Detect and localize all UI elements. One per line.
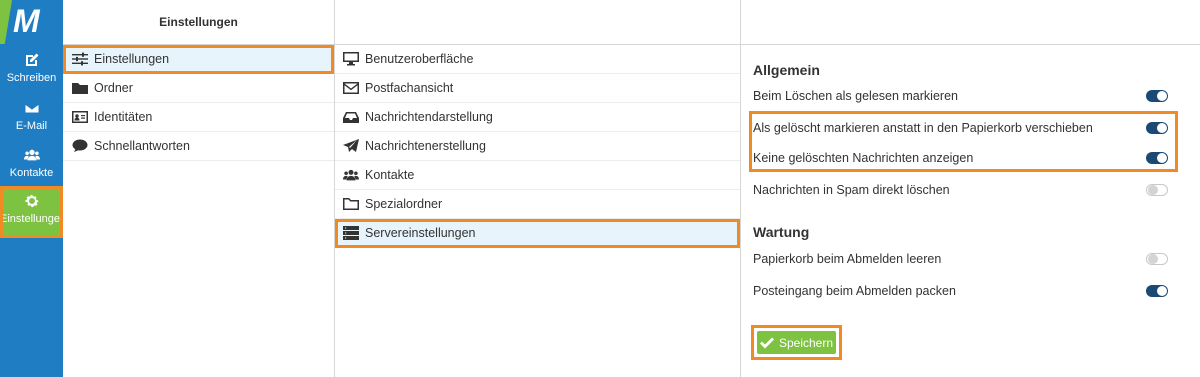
section-item-einstellungen[interactable]: Einstellungen xyxy=(63,45,334,74)
subsection-nachrichtendarstellung[interactable]: Nachrichtendarstellung xyxy=(335,103,740,132)
toggle-knob xyxy=(1157,153,1167,163)
subsection-postfachansicht[interactable]: Postfachansicht xyxy=(335,74,740,103)
settings-subsections-column: Benutzeroberfläche Postfachansicht Nachr… xyxy=(335,0,741,377)
folder-icon xyxy=(72,81,94,95)
save-button-label: Speichern xyxy=(778,335,834,350)
section-item-label: Einstellungen xyxy=(94,52,170,66)
save-button[interactable]: Speichern xyxy=(757,331,836,354)
toggle-knob xyxy=(1157,123,1167,133)
toggle-switch[interactable] xyxy=(1146,90,1168,102)
taskbar-contacts[interactable]: Kontakte xyxy=(0,147,63,179)
taskbar-settings-label: Einstellungen xyxy=(0,213,67,225)
toggle-switch[interactable] xyxy=(1146,122,1168,134)
section-item-identitaeten[interactable]: Identitäten xyxy=(63,103,334,132)
subsection-label: Kontakte xyxy=(365,168,415,182)
subsection-benutzeroberflaeche[interactable]: Benutzeroberfläche xyxy=(335,45,740,74)
setting-row: Als gelöscht markieren anstatt in den Pa… xyxy=(741,113,1180,143)
settings-content-panel: Allgemein Beim Löschen als gelesen marki… xyxy=(741,0,1200,377)
setting-label: Als gelöscht markieren anstatt in den Pa… xyxy=(753,121,1093,135)
subsection-nachrichtenerstellung[interactable]: Nachrichtenerstellung xyxy=(335,132,740,161)
setting-row: Keine gelöschten Nachrichten anzeigen xyxy=(741,143,1180,173)
column-header xyxy=(335,0,740,45)
taskbar: M Schreiben E-Mail Kontakte Einstellunge xyxy=(0,0,67,377)
setting-label: Papierkorb beim Abmelden leeren xyxy=(753,252,942,266)
comment-icon xyxy=(72,139,94,153)
toggle-switch[interactable] xyxy=(1146,184,1168,196)
taskbar-compose-label: Schreiben xyxy=(6,72,57,84)
subsection-label: Postfachansicht xyxy=(365,81,454,95)
section-item-label: Schnellantworten xyxy=(94,139,190,153)
taskbar-contacts-label: Kontakte xyxy=(9,167,54,179)
section-item-schnellantworten[interactable]: Schnellantworten xyxy=(63,132,334,161)
toggle-knob xyxy=(1157,286,1167,296)
taskbar-email[interactable]: E-Mail xyxy=(0,100,63,132)
subsection-label: Servereinstellungen xyxy=(365,226,476,240)
envelope-outline-icon xyxy=(343,81,365,95)
logo-accent xyxy=(0,0,12,44)
save-button-highlight: Speichern xyxy=(751,325,842,360)
settings-sections-column: Einstellungen Einstellungen Ordner Ident… xyxy=(63,0,335,377)
subsection-kontakte[interactable]: Kontakte xyxy=(335,161,740,190)
paper-plane-icon xyxy=(343,139,365,153)
section-title-allgemein: Allgemein xyxy=(753,62,820,78)
setting-label: Posteingang beim Abmelden packen xyxy=(753,284,956,298)
taskbar-email-label: E-Mail xyxy=(15,120,48,132)
setting-row: Beim Löschen als gelesen markieren xyxy=(741,81,1180,111)
column-header: Einstellungen xyxy=(63,0,334,45)
setting-row: Papierkorb beim Abmelden leeren xyxy=(741,244,1180,274)
subsection-label: Spezialordner xyxy=(365,197,443,211)
subsection-servereinstellungen[interactable]: Servereinstellungen xyxy=(335,219,740,248)
toggle-knob xyxy=(1157,91,1167,101)
section-title-wartung: Wartung xyxy=(753,224,810,240)
setting-label: Beim Löschen als gelesen markieren xyxy=(753,89,958,103)
toggle-knob xyxy=(1148,185,1158,195)
subsection-label: Benutzeroberfläche xyxy=(365,52,474,66)
gear-icon xyxy=(0,193,63,211)
users-icon xyxy=(0,147,63,165)
subsection-label: Nachrichtenerstellung xyxy=(365,139,486,153)
compose-icon xyxy=(0,52,63,70)
envelope-icon xyxy=(0,100,63,118)
setting-row: Nachrichten in Spam direkt löschen xyxy=(741,175,1180,205)
app-window: M Schreiben E-Mail Kontakte Einstellunge xyxy=(0,0,1200,377)
folder-outline-icon xyxy=(343,197,365,211)
section-item-label: Identitäten xyxy=(94,110,153,124)
sliders-icon xyxy=(72,52,94,66)
id-card-icon xyxy=(72,110,94,124)
checkmark-icon xyxy=(759,337,774,348)
logo-letter: M xyxy=(13,3,40,39)
toggle-switch[interactable] xyxy=(1146,285,1168,297)
users-icon xyxy=(343,168,365,182)
toggle-switch[interactable] xyxy=(1146,253,1168,265)
panel-header xyxy=(741,0,1200,45)
section-item-label: Ordner xyxy=(94,81,133,95)
toggle-switch[interactable] xyxy=(1146,152,1168,164)
subsection-spezialordner[interactable]: Spezialordner xyxy=(335,190,740,219)
setting-label: Keine gelöschten Nachrichten anzeigen xyxy=(753,151,974,165)
server-icon xyxy=(343,226,365,240)
logo: M xyxy=(0,0,63,44)
taskbar-settings[interactable]: Einstellungen xyxy=(0,186,67,238)
subsection-label: Nachrichtendarstellung xyxy=(365,110,493,124)
toggle-knob xyxy=(1148,254,1158,264)
monitor-icon xyxy=(343,52,365,66)
section-item-ordner[interactable]: Ordner xyxy=(63,74,334,103)
taskbar-compose[interactable]: Schreiben xyxy=(0,52,63,84)
setting-label: Nachrichten in Spam direkt löschen xyxy=(753,183,950,197)
inbox-icon xyxy=(343,110,365,124)
setting-row: Posteingang beim Abmelden packen xyxy=(741,276,1180,306)
